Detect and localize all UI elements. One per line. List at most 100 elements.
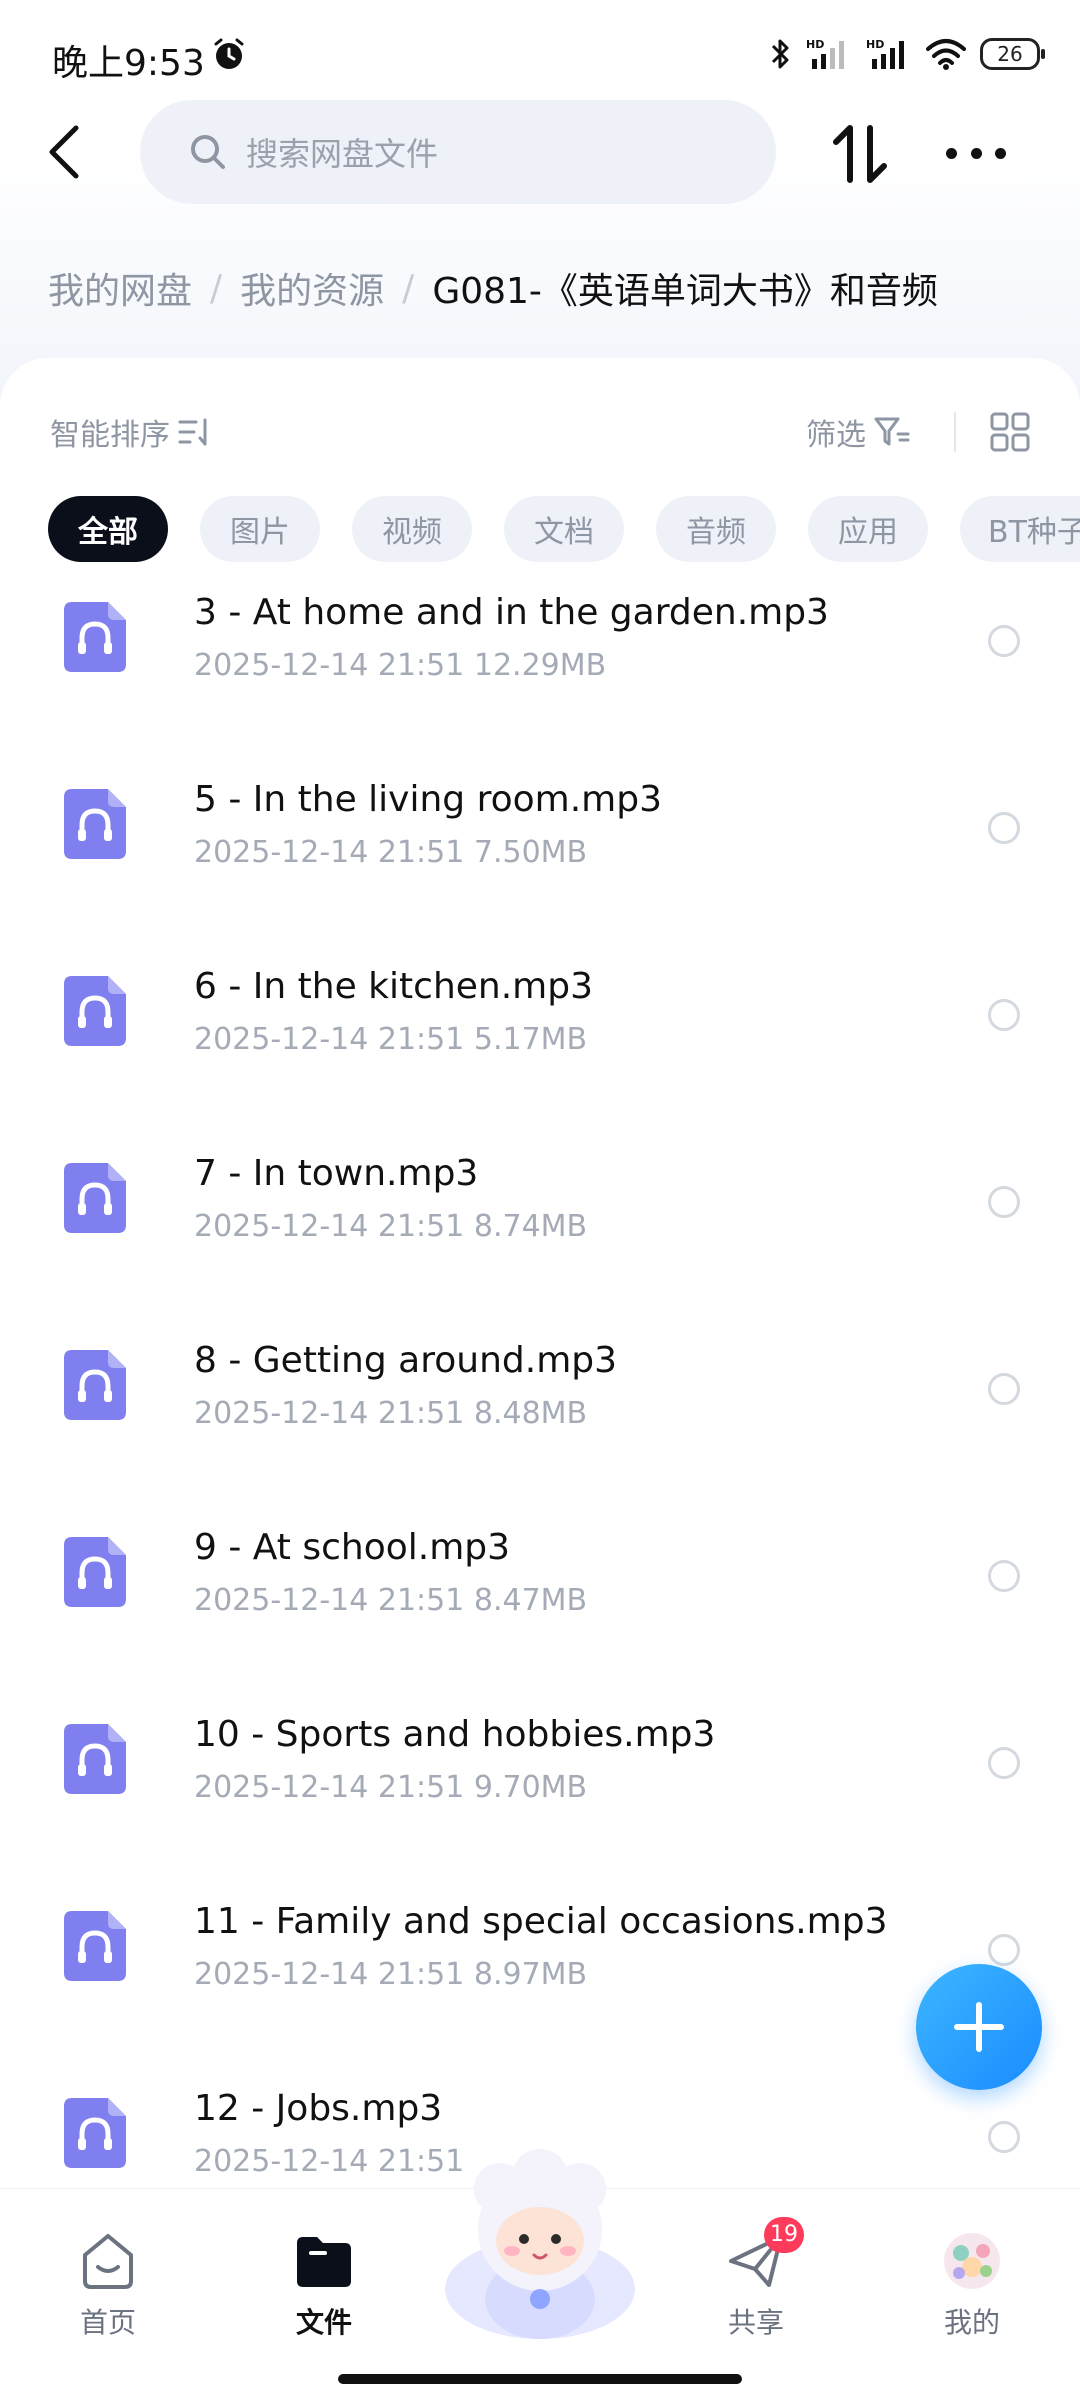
- search-placeholder: 搜索网盘文件: [246, 135, 439, 173]
- file-row[interactable]: 7 - In town.mp3 2025-12-14 21:51 8.74MB: [0, 1131, 1080, 1318]
- file-row[interactable]: 3 - At home and in the garden.mp3 2025-1…: [0, 570, 1080, 757]
- audio-file-icon: [64, 1163, 126, 1233]
- share-badge: 19: [764, 2217, 804, 2253]
- status-icons: HD HD 26: [768, 34, 1045, 74]
- smart-sort-button[interactable]: 智能排序: [50, 410, 212, 454]
- chip-audio[interactable]: 音频: [656, 496, 776, 562]
- user-avatar: [944, 2233, 1000, 2289]
- plus-icon: [954, 2002, 1004, 2052]
- chip-bt-seeds[interactable]: BT种子: [960, 496, 1080, 562]
- file-name: 3 - At home and in the garden.mp3: [194, 592, 829, 633]
- chip-all[interactable]: 全部: [48, 496, 168, 562]
- filter-button[interactable]: 筛选: [806, 410, 910, 454]
- upload-fab-button[interactable]: [916, 1964, 1042, 2090]
- file-name: 10 - Sports and hobbies.mp3: [194, 1714, 716, 1755]
- file-meta: 2025-12-14 21:51 7.50MB: [194, 835, 588, 870]
- back-button[interactable]: [36, 120, 92, 184]
- select-checkbox[interactable]: [988, 625, 1020, 657]
- battery-indicator: 26: [980, 38, 1045, 70]
- audio-file-icon: [64, 976, 126, 1046]
- audio-file-icon: [64, 1724, 126, 1794]
- grid-view-icon[interactable]: [990, 412, 1030, 452]
- nav-me-label: 我的: [943, 2306, 1000, 2339]
- file-meta: 2025-12-14 21:51: [194, 2144, 465, 2179]
- file-list: 3 - At home and in the garden.mp3 2025-1…: [0, 570, 1080, 2253]
- more-button[interactable]: [946, 128, 1006, 178]
- bluetooth-icon: [771, 39, 789, 69]
- file-meta: 2025-12-14 21:51 8.47MB: [194, 1583, 588, 1618]
- file-name: 6 - In the kitchen.mp3: [194, 966, 593, 1007]
- more-dot: [995, 147, 1006, 159]
- file-meta: 2025-12-14 21:51 8.74MB: [194, 1209, 588, 1244]
- status-time: 晚上9:53: [52, 43, 205, 84]
- breadcrumb-separator: /: [402, 267, 415, 309]
- chip-apps[interactable]: 应用: [808, 496, 928, 562]
- chip-documents[interactable]: 文档: [504, 496, 624, 562]
- file-meta: 2025-12-14 21:51 8.48MB: [194, 1396, 588, 1431]
- status-bar: 晚上9:53 HD HD 26: [0, 0, 1080, 110]
- file-meta: 2025-12-14 21:51 5.17MB: [194, 1022, 588, 1057]
- nav-home-label: 首页: [79, 2306, 136, 2339]
- filter-label: 筛选: [806, 418, 866, 453]
- file-row[interactable]: 5 - In the living room.mp3 2025-12-14 21…: [0, 757, 1080, 944]
- filter-icon: [874, 417, 910, 446]
- select-checkbox[interactable]: [988, 1373, 1020, 1405]
- signal-hd-icon-2: HD: [866, 38, 904, 69]
- alarm-icon: [214, 38, 244, 69]
- file-name: 5 - In the living room.mp3: [194, 779, 662, 820]
- breadcrumb-item-my-resources[interactable]: 我的资源: [240, 262, 384, 314]
- file-name: 9 - At school.mp3: [194, 1527, 511, 1568]
- nav-files[interactable]: 文件: [264, 2231, 384, 2341]
- more-dot: [970, 147, 982, 159]
- file-meta: 2025-12-14 21:51 12.29MB: [194, 648, 607, 683]
- svg-text:HD: HD: [866, 38, 884, 51]
- select-checkbox[interactable]: [988, 2121, 1020, 2153]
- file-row[interactable]: 10 - Sports and hobbies.mp3 2025-12-14 2…: [0, 1692, 1080, 1879]
- audio-file-icon: [64, 2098, 126, 2168]
- file-name: 12 - Jobs.mp3: [194, 2088, 443, 2129]
- search-input[interactable]: 搜索网盘文件: [140, 100, 776, 204]
- folder-icon: [297, 2237, 351, 2287]
- select-checkbox[interactable]: [988, 1560, 1020, 1592]
- search-icon: [191, 135, 225, 169]
- breadcrumb-separator: /: [210, 267, 223, 309]
- bottom-nav: 首页 文件 19 共享 我的: [0, 2149, 1080, 2400]
- signal-hd-icon-1: HD: [806, 38, 844, 69]
- file-name: 7 - In town.mp3: [194, 1153, 479, 1194]
- mascot-assistant-button[interactable]: [440, 2149, 640, 2349]
- audio-file-icon: [64, 602, 126, 672]
- category-chips: 全部 图片 视频 文档 音频 应用 BT种子: [48, 496, 1080, 562]
- sort-label: 智能排序: [50, 418, 170, 453]
- chip-videos[interactable]: 视频: [352, 496, 472, 562]
- file-meta: 2025-12-14 21:51 8.97MB: [194, 1957, 588, 1992]
- breadcrumb-item-my-drive[interactable]: 我的网盘: [48, 262, 192, 314]
- file-row[interactable]: 8 - Getting around.mp3 2025-12-14 21:51 …: [0, 1318, 1080, 1505]
- nav-share[interactable]: 19 共享: [696, 2217, 816, 2341]
- toolbar-divider: [954, 412, 956, 452]
- select-checkbox[interactable]: [988, 1747, 1020, 1779]
- audio-file-icon: [64, 1537, 126, 1607]
- home-indicator: [338, 2374, 742, 2384]
- file-row[interactable]: 6 - In the kitchen.mp3 2025-12-14 21:51 …: [0, 944, 1080, 1131]
- chip-images[interactable]: 图片: [200, 496, 320, 562]
- select-checkbox[interactable]: [988, 1934, 1020, 1966]
- wifi-icon: [926, 39, 966, 70]
- nav-share-label: 共享: [727, 2306, 784, 2339]
- audio-file-icon: [64, 789, 126, 859]
- home-icon: [83, 2234, 133, 2289]
- sort-arrows-icon: [833, 125, 887, 183]
- chevron-left-icon: [49, 125, 79, 179]
- nav-files-label: 文件: [295, 2306, 352, 2339]
- file-meta: 2025-12-14 21:51 9.70MB: [194, 1770, 588, 1805]
- select-checkbox[interactable]: [988, 999, 1020, 1031]
- transfer-button[interactable]: [830, 122, 890, 186]
- select-checkbox[interactable]: [988, 812, 1020, 844]
- sort-list-icon: [178, 418, 207, 446]
- file-name: 11 - Family and special occasions.mp3: [194, 1901, 888, 1942]
- nav-me[interactable]: 我的: [912, 2231, 1032, 2341]
- file-row[interactable]: 9 - At school.mp3 2025-12-14 21:51 8.47M…: [0, 1505, 1080, 1692]
- audio-file-icon: [64, 1911, 126, 1981]
- select-checkbox[interactable]: [988, 1186, 1020, 1218]
- nav-home[interactable]: 首页: [48, 2231, 168, 2341]
- file-name: 8 - Getting around.mp3: [194, 1340, 618, 1381]
